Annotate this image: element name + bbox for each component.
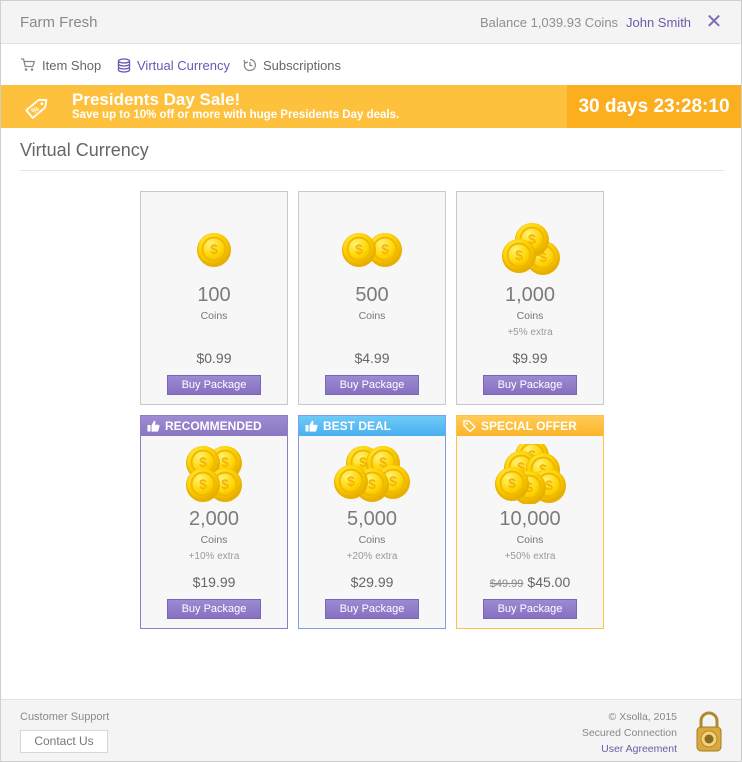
footer: Customer Support Contact Us © Xsolla, 20…	[1, 699, 741, 761]
old-price: $49.99	[489, 578, 524, 590]
secured-connection-text: Secured Connection	[581, 727, 677, 739]
recommended-badge: RECOMMENDED	[141, 416, 287, 436]
balance-label: Balance 1,039.93 Coins	[480, 15, 619, 30]
coins-stack-icon	[185, 445, 243, 503]
package-price: $4.99	[354, 350, 390, 366]
package-card-2000[interactable]: RECOMMENDED 2,000 Coins +10% extra $19.9…	[140, 415, 288, 629]
package-card-5000[interactable]: BEST DEAL 5,000 Coins +20% extra $29.99 …	[298, 415, 446, 629]
package-card-10000[interactable]: SPECIAL OFFER 10,000 Coins +50% extra $4…	[456, 415, 604, 629]
thumbs-up-icon	[305, 420, 318, 432]
badge-label: SPECIAL OFFER	[481, 419, 577, 433]
banner-title: Presidents Day Sale!	[72, 90, 241, 109]
page-title: Virtual Currency	[20, 140, 149, 160]
buy-package-button[interactable]: Buy Package	[167, 599, 261, 619]
user-name-link[interactable]: John Smith	[626, 15, 691, 30]
tab-virtual-currency-label: Virtual Currency	[137, 57, 230, 73]
package-unit: Coins	[200, 310, 228, 322]
tab-virtual-currency[interactable]: Virtual Currency	[117, 57, 230, 73]
copyright-text: © Xsolla, 2015	[608, 711, 677, 723]
coin-stack-icon	[117, 57, 131, 73]
buy-package-button[interactable]: Buy Package	[483, 599, 577, 619]
package-unit: Coins	[358, 534, 386, 546]
package-card-500[interactable]: 500 Coins $4.99 Buy Package	[298, 191, 446, 405]
banner-subtitle: Save up to 10% off or more with huge Pre…	[72, 109, 400, 121]
coins-heap-icon	[333, 445, 411, 503]
contact-us-button[interactable]: Contact Us	[20, 730, 108, 753]
tab-subscriptions[interactable]: Subscriptions	[243, 57, 341, 73]
package-unit: Coins	[200, 534, 228, 546]
clock-refresh-icon	[243, 58, 256, 72]
package-card-1000[interactable]: 1,000 Coins +5% extra $9.99 Buy Package	[456, 191, 604, 405]
badge-label: RECOMMENDED	[165, 419, 262, 433]
package-unit: Coins	[516, 534, 544, 546]
close-icon[interactable]: ✕	[705, 12, 723, 32]
coins-pair-icon	[341, 232, 403, 268]
buy-package-button[interactable]: Buy Package	[167, 375, 261, 395]
package-price: $19.99	[192, 574, 236, 590]
package-unit: Coins	[358, 310, 386, 322]
package-price: $9.99	[512, 350, 548, 366]
package-price: $49.99 $45.00	[457, 574, 603, 590]
package-amount: 1,000	[504, 284, 556, 306]
header-bar: Farm Fresh Balance 1,039.93 Coins John S…	[1, 1, 741, 44]
package-extra: +10% extra	[188, 551, 240, 562]
app-title: Farm Fresh	[20, 14, 98, 31]
coins-pyramid-icon	[494, 444, 567, 504]
package-amount: 10,000	[499, 508, 561, 530]
discount-tag-icon: %	[25, 99, 48, 119]
buy-package-button[interactable]: Buy Package	[325, 599, 419, 619]
cart-icon	[21, 58, 36, 71]
package-extra: +50% extra	[504, 551, 556, 562]
tab-subscriptions-label: Subscriptions	[263, 57, 342, 73]
package-card-100[interactable]: 100 Coins $0.99 Buy Package	[140, 191, 288, 405]
badge-label: BEST DEAL	[323, 419, 392, 433]
sale-countdown: 30 days 23:28:10	[567, 85, 741, 128]
tab-item-shop[interactable]: Item Shop	[20, 57, 101, 73]
package-unit: Coins	[516, 310, 544, 322]
package-extra: +5% extra	[507, 327, 553, 338]
package-amount: 5,000	[346, 508, 398, 530]
sale-banner[interactable]: % Presidents Day Sale! Save up to 10% of…	[1, 85, 741, 128]
coins-pile-icon	[501, 222, 561, 276]
tab-item-shop-label: Item Shop	[42, 57, 102, 73]
package-price: $0.99	[196, 350, 232, 366]
nav-tabs: Item Shop Virtual Currency Subscriptions	[1, 44, 741, 84]
support-label: Customer Support	[20, 711, 110, 723]
user-agreement-link[interactable]: User Agreement	[601, 743, 677, 755]
padlock-icon	[696, 711, 722, 752]
title-divider	[20, 170, 724, 171]
coin-icon	[196, 232, 232, 268]
buy-package-button[interactable]: Buy Package	[483, 375, 577, 395]
buy-package-button[interactable]: Buy Package	[325, 375, 419, 395]
package-amount: 100	[197, 284, 231, 306]
store-window: Farm Fresh Balance 1,039.93 Coins John S…	[0, 0, 742, 762]
thumbs-up-icon	[147, 420, 160, 432]
package-amount: 500	[355, 284, 389, 306]
best-deal-badge: BEST DEAL	[299, 416, 445, 436]
package-extra: +20% extra	[346, 551, 398, 562]
package-price: $29.99	[350, 574, 394, 590]
special-offer-badge: SPECIAL OFFER	[457, 416, 603, 436]
sale-price: $45.00	[527, 574, 571, 590]
price-tag-icon	[463, 420, 476, 432]
package-amount: 2,000	[188, 508, 240, 530]
